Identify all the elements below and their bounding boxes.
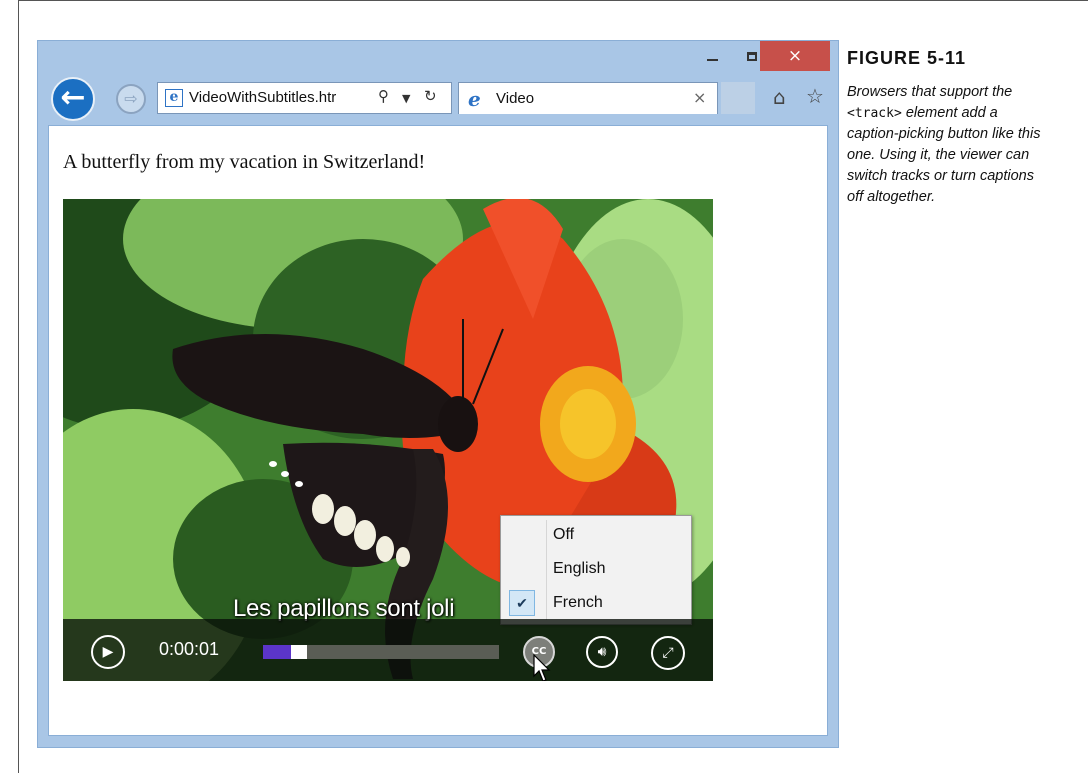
- ie-icon: e: [468, 87, 481, 111]
- close-icon: ×: [787, 46, 803, 66]
- figure-title: FIGURE 5-11: [847, 48, 967, 68]
- browser-window: × ← ⇨ e VideoWithSubtitles.htr ⚲ ▼ ↻ e V…: [37, 40, 839, 748]
- caption-text-start: Browsers that support the: [847, 84, 1013, 100]
- time-display: 0:00:01: [159, 639, 220, 659]
- speaker-icon: 🔊︎: [597, 644, 607, 660]
- address-url: VideoWithSubtitles.htr: [189, 89, 337, 106]
- seek-bar-progress: [263, 645, 291, 659]
- caption-option-label: Off: [553, 526, 575, 543]
- caption-code: <track>: [847, 106, 902, 121]
- minimize-button[interactable]: [692, 41, 732, 71]
- dropdown-icon[interactable]: ▼: [402, 92, 410, 105]
- figure-caption: Browsers that support the <track> elemen…: [847, 82, 1042, 208]
- address-bar[interactable]: e VideoWithSubtitles.htr ⚲ ▼ ↻: [157, 82, 452, 114]
- close-button[interactable]: ×: [760, 41, 830, 71]
- forward-arrow-icon: ⇨: [124, 89, 138, 108]
- video-player[interactable]: Les papillons sont joli Off English ✔ Fr…: [63, 199, 713, 681]
- caption-option-off[interactable]: Off: [503, 520, 689, 550]
- seek-bar[interactable]: [263, 645, 499, 659]
- tab-video[interactable]: e Video ×: [458, 82, 718, 114]
- caption-menu: Off English ✔ French: [500, 515, 692, 625]
- page-icon: e: [165, 89, 183, 107]
- tab-label: Video: [496, 90, 535, 107]
- back-arrow-icon: ←: [60, 80, 86, 115]
- maximize-icon: [747, 52, 757, 61]
- page-text: A butterfly from my vacation in Switzerl…: [63, 151, 426, 173]
- video-controls: ▶ 0:00:01 CC 🔊︎ ⤢: [63, 619, 713, 681]
- checkmark-icon: ✔: [509, 590, 535, 616]
- caption-option-label: English: [553, 560, 606, 577]
- search-icon[interactable]: ⚲: [378, 87, 389, 105]
- caption-option-english[interactable]: English: [503, 554, 689, 584]
- play-icon: ▶: [102, 644, 114, 660]
- title-bar: ×: [38, 41, 838, 75]
- forward-button[interactable]: ⇨: [116, 84, 146, 114]
- home-icon[interactable]: ⌂: [773, 85, 786, 109]
- tab-close-icon[interactable]: ×: [693, 88, 706, 107]
- page-content: A butterfly from my vacation in Switzerl…: [48, 125, 828, 736]
- mouse-cursor-icon: [533, 654, 551, 681]
- refresh-icon[interactable]: ↻: [424, 87, 437, 105]
- back-button[interactable]: ←: [51, 77, 95, 121]
- caption-option-french[interactable]: ✔ French: [503, 588, 689, 618]
- fullscreen-button[interactable]: ⤢: [651, 636, 685, 670]
- navigation-bar: ← ⇨ e VideoWithSubtitles.htr ⚲ ▼ ↻ e Vid…: [38, 75, 838, 121]
- fullscreen-icon: ⤢: [662, 645, 674, 661]
- favorites-icon[interactable]: ☆: [806, 84, 824, 108]
- minimize-icon: [706, 58, 718, 61]
- volume-button[interactable]: 🔊︎: [586, 636, 618, 668]
- caption-option-label: French: [553, 594, 603, 611]
- new-tab-button[interactable]: [721, 82, 755, 114]
- seek-bar-thumb[interactable]: [291, 645, 307, 659]
- play-button[interactable]: ▶: [91, 635, 125, 669]
